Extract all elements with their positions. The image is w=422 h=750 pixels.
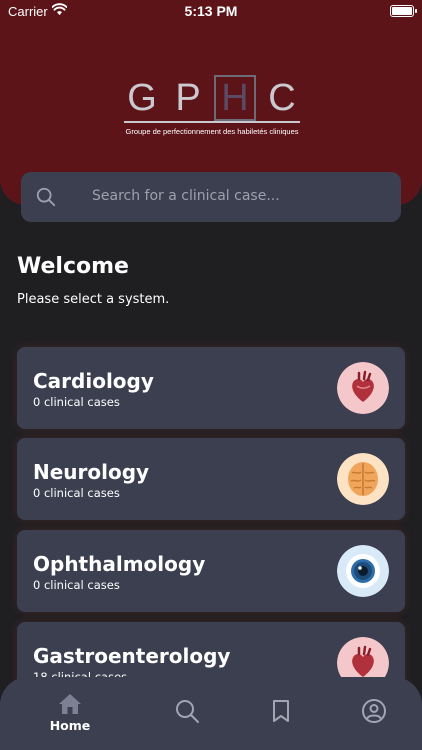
brain-icon [337,453,389,505]
bookmark-icon [273,700,289,722]
tab-bar: Home [0,677,422,750]
home-icon [59,694,81,714]
system-case-count: 0 clinical cases [33,395,120,409]
search-icon [176,700,199,723]
system-card-cardiology[interactable]: Cardiology 0 clinical cases [17,347,405,429]
status-bar: Carrier 5:13 PM [0,0,422,22]
battery-icon [390,5,417,17]
logo-letter-g: G [127,76,157,119]
search-icon [36,187,56,207]
gphc-logo: G P H C Groupe de perfectionnement des h… [122,74,302,140]
system-name: Neurology [33,460,150,484]
tab-profile[interactable] [339,677,409,750]
system-card-ophthalmology[interactable]: Ophthalmology 0 clinical cases [17,530,405,612]
profile-icon [362,699,386,723]
tab-home-label: Home [49,718,91,733]
system-case-count: 0 clinical cases [33,486,120,500]
eye-icon [337,545,389,597]
system-case-count: 0 clinical cases [33,578,120,592]
logo-letter-c: C [268,76,296,119]
welcome-subtitle: Please select a system. [17,292,170,307]
logo-underline [124,121,300,123]
search-input[interactable]: Search for a clinical case... [21,172,401,222]
search-placeholder: Search for a clinical case... [92,188,280,204]
logo-letter-h: H [214,75,256,121]
system-name: Ophthalmology [33,552,206,576]
heart-icon [337,362,389,414]
tab-search[interactable] [152,677,222,750]
logo-letter-p: P [175,76,201,119]
system-card-neurology[interactable]: Neurology 0 clinical cases [17,438,405,520]
tab-home[interactable]: Home [35,677,105,750]
tab-bookmarks[interactable] [246,677,316,750]
welcome-title: Welcome [17,254,129,279]
logo-tagline: Groupe de perfectionnement des habiletés… [125,127,299,136]
system-name: Gastroenterology [33,644,231,668]
system-name: Cardiology [33,369,154,393]
status-time: 5:13 PM [184,3,238,19]
